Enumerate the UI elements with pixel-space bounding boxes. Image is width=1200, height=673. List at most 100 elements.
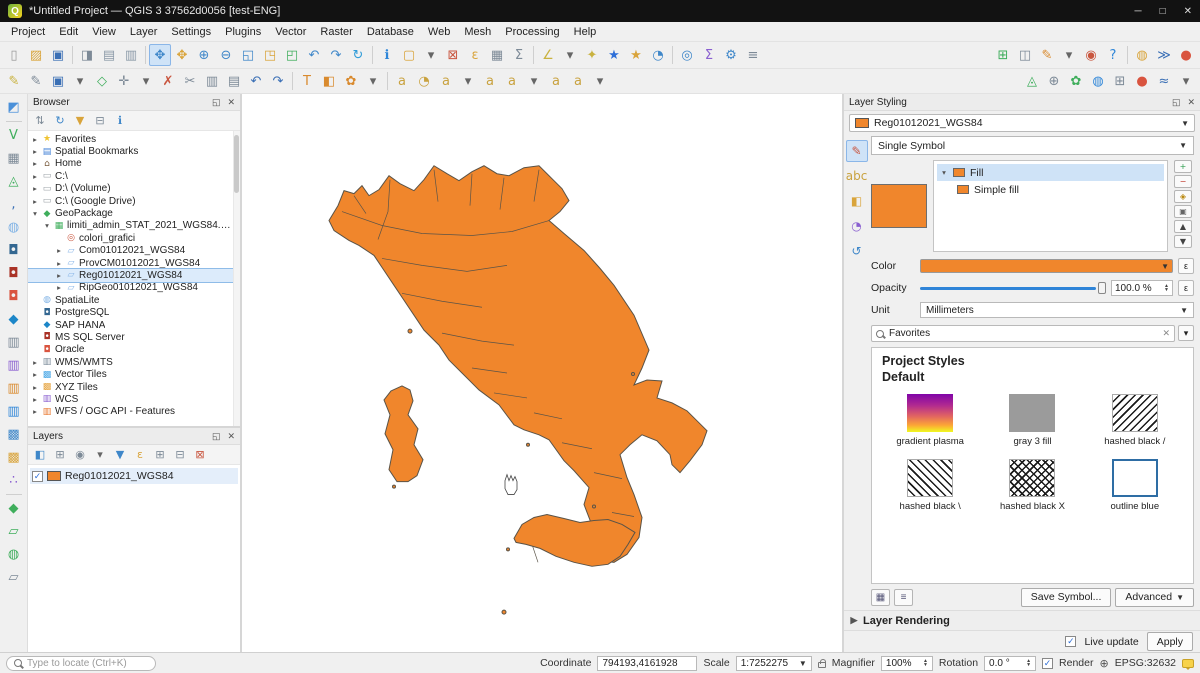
- georeferencer-button[interactable]: ⊕: [1043, 70, 1065, 92]
- close-button[interactable]: ✕: [1184, 6, 1192, 17]
- browser-properties-button[interactable]: ℹ: [110, 112, 130, 130]
- add-hana-layer-button[interactable]: ◆: [2, 308, 26, 331]
- add-mesh-layer-button[interactable]: ◬: [2, 170, 26, 193]
- menu-layer[interactable]: Layer: [123, 24, 165, 40]
- show-spatial-bookmarks-button[interactable]: ★: [625, 44, 647, 66]
- rotate-label-button[interactable]: a: [545, 70, 567, 92]
- minimize-button[interactable]: ─: [1134, 6, 1141, 17]
- labels-tab-button[interactable]: abc: [846, 165, 868, 187]
- new-shapefile-layer-button[interactable]: ▱: [2, 520, 26, 543]
- color-picker-bar[interactable]: ▼: [920, 259, 1173, 273]
- layer-visibility-checkbox[interactable]: ✓: [32, 471, 43, 482]
- cut-features-button[interactable]: ✂: [179, 70, 201, 92]
- browser-item-colori-grafici[interactable]: ◎colori_grafici: [28, 232, 233, 244]
- style-hashed-black-slash[interactable]: hashed black /: [1087, 394, 1183, 447]
- styling-float-button[interactable]: ◱: [1172, 97, 1181, 108]
- qgis2web-plugin-button[interactable]: ●: [1131, 70, 1153, 92]
- locator-button[interactable]: ◎: [676, 44, 698, 66]
- move-symbol-down-button[interactable]: ▼: [1174, 235, 1192, 248]
- browser-item-sap-hana[interactable]: ◆SAP HANA: [28, 319, 233, 331]
- add-wcs-layer-button[interactable]: ▥: [2, 354, 26, 377]
- expand-icon[interactable]: ▾: [940, 168, 948, 177]
- menu-edit[interactable]: Edit: [52, 24, 85, 40]
- style-gray-3-fill[interactable]: gray 3 fill: [984, 394, 1080, 447]
- browser-item-reg01012021-wgs84[interactable]: ▸▱Reg01012021_WGS84: [28, 269, 233, 281]
- browser-item-wms-wmts[interactable]: ▸▥WMS/WMTS: [28, 356, 233, 368]
- temporal-controller-button[interactable]: ◔: [647, 44, 669, 66]
- undo-button[interactable]: ↶: [245, 70, 267, 92]
- layers-close-button[interactable]: ✕: [227, 431, 235, 442]
- unit-selector[interactable]: Millimeters ▼: [920, 302, 1194, 318]
- add-oracle-layer-button[interactable]: ◘: [2, 285, 26, 308]
- browser-scrollbar[interactable]: [233, 131, 240, 426]
- move-label-menu-button[interactable]: ▾: [523, 70, 545, 92]
- browser-item-geopackage[interactable]: ▾◆GeoPackage: [28, 207, 233, 219]
- browser-filter-button[interactable]: ▼: [70, 112, 90, 130]
- expand-icon[interactable]: ▸: [31, 383, 39, 392]
- spinner-arrows-icon[interactable]: ▲▼: [1164, 284, 1169, 293]
- show-layout-manager-button[interactable]: ▥: [120, 44, 142, 66]
- new-3d-map-view-button[interactable]: ◫: [1014, 44, 1036, 66]
- toggle-editing-button[interactable]: ✎: [25, 70, 47, 92]
- zoom-to-layer-button[interactable]: ◰: [281, 44, 303, 66]
- expand-icon[interactable]: ▸: [31, 407, 39, 416]
- xyz-tiles-plugin-button[interactable]: ◍: [1131, 44, 1153, 66]
- menu-web[interactable]: Web: [421, 24, 457, 40]
- save-symbol-button[interactable]: Save Symbol...: [1021, 588, 1112, 607]
- new-spatialite-layer-button[interactable]: ◍: [2, 543, 26, 566]
- browser-item-provcm01012021-wgs84[interactable]: ▸▱ProvCM01012021_WGS84: [28, 257, 233, 269]
- browser-item-spatialite[interactable]: ◍SpatiaLite: [28, 294, 233, 306]
- pan-map-button[interactable]: ✥: [149, 44, 171, 66]
- annotation-menu-button[interactable]: ▾: [1058, 44, 1080, 66]
- expand-icon[interactable]: ▸: [55, 283, 63, 292]
- statistical-summary-button[interactable]: Σ: [698, 44, 720, 66]
- change-label-menu-button[interactable]: ▾: [589, 70, 611, 92]
- save-layer-edits-button[interactable]: ▣: [47, 70, 69, 92]
- new-temporary-scratch-layer-button[interactable]: ▱: [2, 566, 26, 589]
- open-attribute-table-button[interactable]: ▦: [486, 44, 508, 66]
- annotation-list-menu-button[interactable]: ▾: [362, 70, 384, 92]
- new-map-view-button[interactable]: ⊞: [992, 44, 1014, 66]
- add-postgis-layer-button[interactable]: ◘: [2, 239, 26, 262]
- select-by-expression-button[interactable]: ε: [464, 44, 486, 66]
- expand-icon[interactable]: ▸: [31, 395, 39, 404]
- add-wms-layer-button[interactable]: ▥: [2, 331, 26, 354]
- add-delimited-text-layer-button[interactable]: ,: [2, 193, 26, 216]
- add-wfs-layer-button[interactable]: ▥: [2, 377, 26, 400]
- layer-diagram-options-button[interactable]: ◔: [413, 70, 435, 92]
- measure-menu-button[interactable]: ▾: [559, 44, 581, 66]
- project-save-button[interactable]: ▣: [47, 44, 69, 66]
- refresh-map-button[interactable]: ↻: [347, 44, 369, 66]
- browser-item-wcs[interactable]: ▸▥WCS: [28, 393, 233, 405]
- zoom-next-button[interactable]: ↷: [325, 44, 347, 66]
- manage-map-themes-button[interactable]: ◉: [70, 446, 90, 464]
- list-view-button[interactable]: ≡: [894, 589, 913, 606]
- digitize-menu-button[interactable]: ▾: [69, 70, 91, 92]
- expand-icon[interactable]: ▸: [31, 184, 39, 193]
- grass-tools-button[interactable]: ✿: [1065, 70, 1087, 92]
- locate-input[interactable]: Type to locate (Ctrl+K): [6, 656, 156, 671]
- slider-handle[interactable]: [1098, 282, 1106, 294]
- move-label-button[interactable]: a: [501, 70, 523, 92]
- help-contents-button[interactable]: ?: [1102, 44, 1124, 66]
- opacity-slider[interactable]: [920, 281, 1106, 295]
- vertex-tool-menu-button[interactable]: ▾: [135, 70, 157, 92]
- add-arcgis-rest-layer-button[interactable]: ▥: [2, 400, 26, 423]
- spinner-arrows-icon[interactable]: ▲▼: [1026, 659, 1031, 668]
- pin-unpin-labels-button[interactable]: a: [435, 70, 457, 92]
- open-layer-styling-panel-button[interactable]: ◧: [30, 446, 50, 464]
- symbol-type-selector[interactable]: Single Symbol ▼: [871, 136, 1194, 155]
- browser-item-postgresql[interactable]: ◘PostgreSQL: [28, 306, 233, 318]
- maximize-button[interactable]: □: [1160, 6, 1166, 17]
- copy-features-button[interactable]: ▥: [201, 70, 223, 92]
- osm-place-search-button[interactable]: ◉: [1080, 44, 1102, 66]
- browser-float-button[interactable]: ◱: [212, 97, 221, 108]
- select-features-menu-button[interactable]: ▾: [420, 44, 442, 66]
- expand-icon[interactable]: ▾: [31, 209, 39, 218]
- clear-icon[interactable]: ✕: [1162, 328, 1170, 339]
- add-vector-tile-layer-button[interactable]: ▩: [2, 423, 26, 446]
- apply-button[interactable]: Apply: [1147, 632, 1193, 651]
- live-update-checkbox[interactable]: ✓: [1065, 636, 1076, 647]
- processing-model-designer-button[interactable]: ◬: [1021, 70, 1043, 92]
- add-symbol-layer-button[interactable]: +: [1174, 160, 1192, 173]
